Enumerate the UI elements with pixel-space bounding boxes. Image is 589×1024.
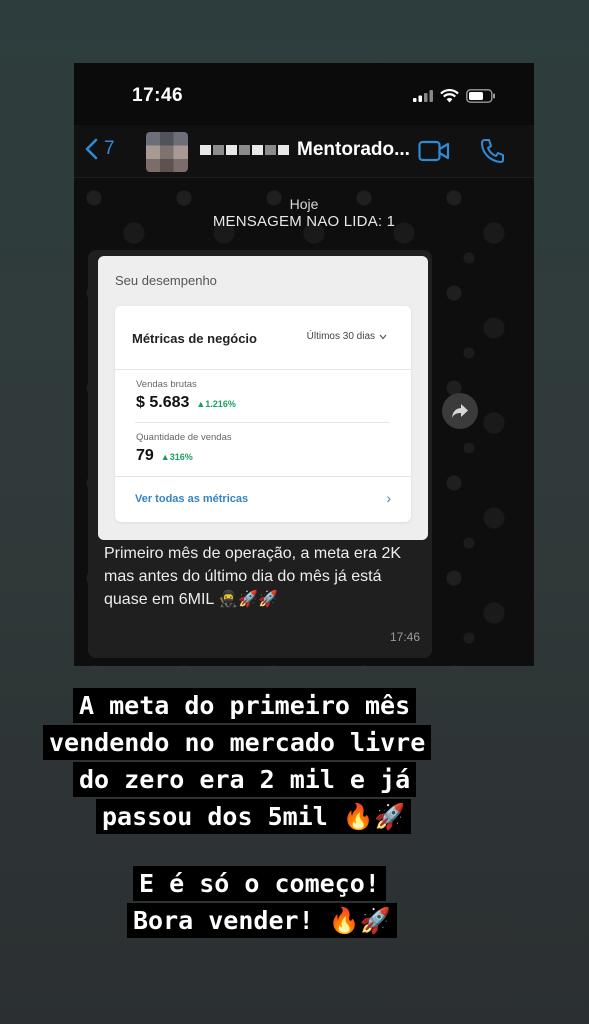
divider: [135, 422, 389, 423]
date-label: Hoje: [289, 196, 319, 212]
metric-row: $ 5.683 ▲1.216%: [136, 394, 236, 412]
blurred-name-mosaic: [200, 145, 289, 155]
period-value: Últimos 30 dias: [306, 331, 375, 342]
contact-name-area[interactable]: Mentorado...: [200, 139, 410, 161]
back-chevron-icon: [85, 138, 98, 160]
chat-header: 7 Mentorado...: [74, 125, 534, 178]
status-icons: [413, 89, 496, 103]
metric-delta: ▲1.216%: [196, 399, 236, 409]
chevron-right-icon: ›: [386, 490, 391, 506]
avatar[interactable]: [146, 132, 188, 172]
shared-screenshot-card: Seu desempenho Métricas de negócio Últim…: [98, 256, 428, 540]
metrics-heading: Métricas de negócio: [132, 331, 257, 346]
metrics-panel: Métricas de negócio Últimos 30 dias Vend…: [115, 306, 411, 522]
unread-banner: MENSAGEM NAO LIDA: 1: [212, 213, 396, 230]
phone-call-button[interactable]: [480, 138, 504, 169]
metric-value: 79: [136, 447, 154, 464]
caption-line: passou dos 5mil 🔥🚀: [96, 799, 412, 834]
phone-icon: [481, 139, 504, 163]
video-call-icon: [418, 140, 450, 162]
metric-label: Vendas brutas: [136, 379, 197, 390]
story-screenshot: 17:46 7 Mentorado... Hoje MENSAGEM NAO L…: [74, 63, 534, 666]
metric-delta: ▲316%: [160, 452, 193, 462]
forward-button[interactable]: [442, 393, 478, 429]
caption-line: vendendo no mercado livre: [43, 725, 432, 760]
caption-line: E é só o começo!: [133, 866, 386, 901]
caption-line: A meta do primeiro mês: [73, 688, 417, 723]
message-time: 17:46: [389, 630, 420, 644]
forward-icon: [452, 404, 468, 418]
status-time: 17:46: [132, 85, 184, 106]
metric-label: Quantidade de vendas: [136, 432, 232, 443]
divider: [115, 369, 411, 370]
video-call-button[interactable]: [418, 140, 450, 167]
card-section-title: Seu desempenho: [115, 273, 217, 288]
chevron-down-icon: [379, 334, 387, 339]
metric-row: 79 ▲316%: [136, 447, 193, 465]
back-button[interactable]: 7: [84, 138, 115, 160]
chat-area: Hoje MENSAGEM NAO LIDA: 1 Seu desempenho…: [74, 178, 534, 666]
signal-icon: [413, 90, 433, 102]
caption-line: do zero era 2 mil e já: [73, 762, 417, 797]
divider: [115, 476, 411, 477]
battery-icon: [466, 89, 495, 103]
message-text: Primeiro mês de operação, a meta era 2K …: [104, 545, 402, 608]
status-bar: 17:46: [74, 63, 534, 125]
unread-count: 7: [104, 138, 115, 159]
period-select: Últimos 30 dias: [307, 331, 387, 342]
contact-name: Mentorado...: [297, 139, 410, 160]
view-all-metrics-link: Ver todas as métricas: [135, 493, 249, 505]
caption-line: Bora vender! 🔥🚀: [127, 903, 397, 938]
wifi-icon: [440, 89, 459, 103]
metric-value: $ 5.683: [136, 394, 190, 411]
message-bubble[interactable]: Seu desempenho Métricas de negócio Últim…: [88, 250, 432, 658]
